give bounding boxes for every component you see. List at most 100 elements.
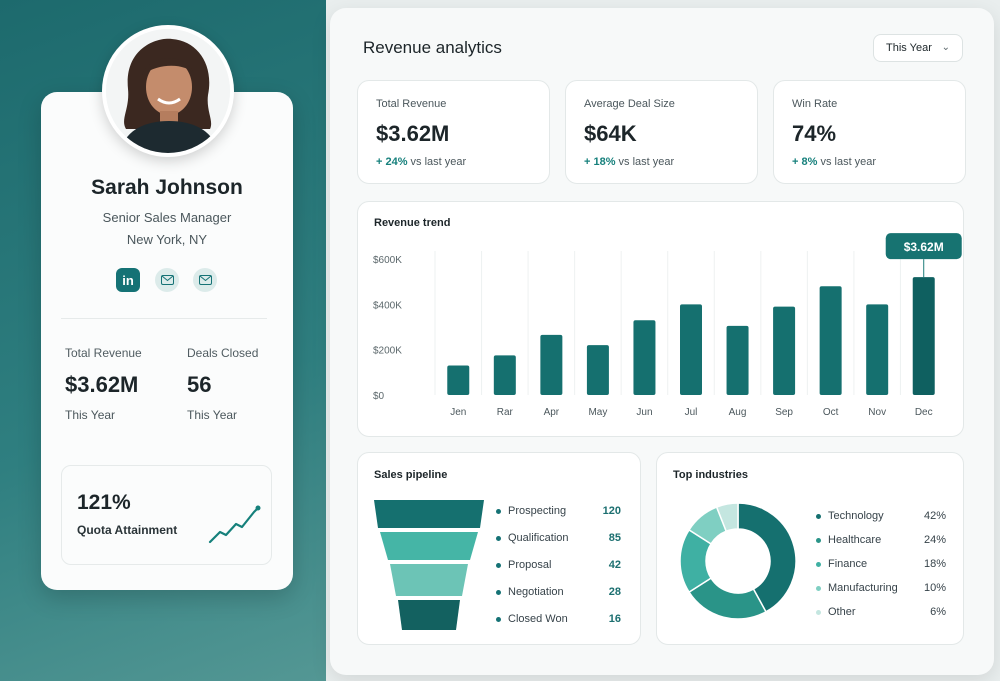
stat-deals-sub: This Year xyxy=(187,408,238,422)
industry-name: Finance xyxy=(828,558,868,570)
pipeline-stage-row: Closed Won 16 xyxy=(496,613,621,627)
pipeline-stage-name: Qualification xyxy=(508,532,569,544)
pipeline-stage-row: Proposal 42 xyxy=(496,559,621,573)
legend-dot xyxy=(496,590,501,595)
pipeline-stage-value: 85 xyxy=(608,532,621,544)
kpi-value: $64K xyxy=(584,121,637,146)
industry-share: 6% xyxy=(930,606,946,618)
kpi-label: Total Revenue xyxy=(376,98,447,110)
chevron-down-icon: ⌄ xyxy=(941,42,950,53)
pipeline-stage-value: 28 xyxy=(608,586,621,598)
revenue-bar-chart: $0 $200K $400K $600K Jen Rar Apr May Jun Jul Aug Se… xyxy=(373,233,962,418)
profile-name: Sarah Johnson xyxy=(91,176,243,199)
legend-dot xyxy=(816,586,821,591)
bar-jun[interactable] xyxy=(633,320,656,395)
legend-dot xyxy=(496,563,501,568)
kpi-card-average-deal: Average Deal Size $64K + 18% vs last yea… xyxy=(565,80,758,184)
callout-label: $3.62M xyxy=(904,240,944,254)
profile-divider xyxy=(61,318,267,319)
industries-donut-chart xyxy=(679,502,797,620)
profile-job-title: Senior Sales Manager xyxy=(102,210,232,225)
industry-name: Other xyxy=(828,606,856,618)
bar-nov[interactable] xyxy=(866,304,889,395)
industry-name: Healthcare xyxy=(828,534,882,546)
industry-row: Manufacturing 10% xyxy=(816,582,946,596)
bar-may[interactable] xyxy=(586,345,609,395)
kpi-delta-suffix: vs last year xyxy=(817,156,877,168)
legend-dot xyxy=(496,617,501,622)
industry-row: Other 6% xyxy=(816,606,946,620)
pipeline-stage-name: Closed Won xyxy=(508,613,568,625)
bar-jul[interactable] xyxy=(680,304,702,395)
x-tick-label: Aug xyxy=(729,407,747,418)
bar-aug[interactable] xyxy=(726,325,749,395)
linkedin-icon[interactable]: in xyxy=(116,268,140,292)
kpi-delta-suffix: vs last year xyxy=(407,156,467,168)
x-tick-label: Sep xyxy=(775,407,793,418)
y-tick-label: $400K xyxy=(373,300,402,311)
pipeline-stage-name: Prospecting xyxy=(508,505,567,517)
industry-row: Technology 42% xyxy=(816,510,946,524)
period-select-value: This Year xyxy=(886,42,932,54)
kpi-value: $3.62M xyxy=(376,121,450,146)
x-tick-label: Apr xyxy=(544,407,560,418)
legend-dot xyxy=(816,514,821,519)
bar-rar[interactable] xyxy=(493,355,516,395)
bar-dec[interactable] xyxy=(912,277,935,395)
kpi-label: Average Deal Size xyxy=(584,98,675,110)
stat-deals-value: 56 xyxy=(187,372,212,397)
avatar[interactable] xyxy=(102,25,234,157)
pipeline-stage-value: 42 xyxy=(608,559,621,571)
stat-revenue-sub: This Year xyxy=(65,408,116,422)
industry-row: Healthcare 24% xyxy=(816,534,946,548)
kpi-delta: + 18% vs last year xyxy=(584,156,674,168)
bar-sep[interactable] xyxy=(773,306,796,395)
stat-revenue-value: $3.62M xyxy=(65,372,139,397)
linkedin-label: in xyxy=(122,272,134,288)
stat-deals-label: Deals Closed xyxy=(187,346,259,360)
funnel-stage-proposal xyxy=(390,564,468,596)
top-industries-title: Top industries xyxy=(673,469,748,481)
industry-share: 42% xyxy=(923,510,946,522)
kpi-card-win-rate: Win Rate 74% + 8% vs last year xyxy=(773,80,966,184)
legend-dot xyxy=(496,509,501,514)
x-tick-label: Dec xyxy=(915,407,933,418)
pipeline-stage-name: Proposal xyxy=(508,559,552,571)
kpi-delta-suffix: vs last year xyxy=(615,156,675,168)
kpi-delta-value: + 18% xyxy=(584,156,616,168)
page-title: Revenue analytics xyxy=(363,38,502,57)
bar-oct[interactable] xyxy=(819,286,842,395)
funnel-stage-prospecting xyxy=(374,500,484,528)
x-tick-label: Rar xyxy=(497,407,514,418)
legend-dot xyxy=(816,610,821,615)
mail-icon[interactable] xyxy=(155,268,179,292)
quota-value: 121% xyxy=(77,491,131,514)
industry-row: Finance 18% xyxy=(816,558,946,572)
industry-share: 18% xyxy=(923,558,946,570)
quota-card: 121% Quota Attainment xyxy=(61,465,272,565)
bar-jen[interactable] xyxy=(447,365,470,395)
pipeline-funnel xyxy=(374,500,484,630)
pipeline-stage-value: 120 xyxy=(602,505,621,517)
sales-pipeline-title: Sales pipeline xyxy=(374,469,448,481)
pipeline-stage-name: Negotiation xyxy=(508,586,564,598)
funnel-stage-negotiation xyxy=(398,600,460,630)
kpi-delta-value: + 24% xyxy=(376,156,408,168)
x-tick-label: Jul xyxy=(685,407,698,418)
profile-location: New York, NY xyxy=(126,232,208,247)
x-tick-label: Nov xyxy=(868,407,886,418)
message-icon[interactable] xyxy=(193,268,217,292)
funnel-stage-qualification xyxy=(380,532,478,560)
x-tick-label: Jun xyxy=(636,407,652,418)
kpi-delta-value: + 8% xyxy=(792,156,818,168)
period-select[interactable]: This Year ⌄ xyxy=(873,34,963,62)
industry-share: 10% xyxy=(923,582,946,594)
industry-name: Manufacturing xyxy=(828,582,898,594)
pipeline-stage-row: Negotiation 28 xyxy=(496,586,621,600)
avatar-image xyxy=(106,29,230,153)
legend-dot xyxy=(816,538,821,543)
y-tick-label: $600K xyxy=(373,255,402,266)
x-tick-label: May xyxy=(588,407,607,418)
trend-sparkline-icon xyxy=(208,505,261,544)
bar-apr[interactable] xyxy=(540,334,563,395)
